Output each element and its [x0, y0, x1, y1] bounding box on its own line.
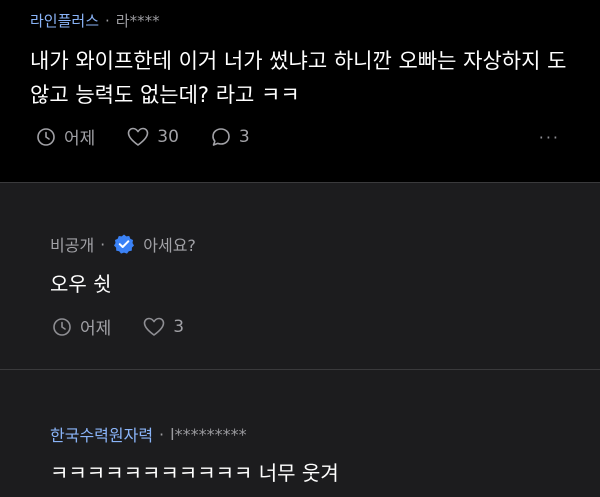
reply-time-label: 어제 [80, 319, 112, 339]
post-actions: 어제 30 3 [36, 124, 282, 149]
post-like-button[interactable]: 30 [127, 127, 179, 147]
verified-badge-icon [113, 233, 135, 255]
reply-like-button[interactable]: 3 [143, 317, 184, 337]
post-time: 어제 [36, 124, 95, 149]
reply-meta: 한국수력원자력 · l********* [50, 422, 247, 446]
clock-icon [53, 317, 71, 336]
reply: 비공개 · 아세요? 오우 쉿 어제 3 [0, 184, 600, 370]
post: 라인플러스 · 라**** 내가 와이프한테 이거 너가 썼냐고 하니깐 오빠는… [0, 0, 600, 183]
post-meta: 라인플러스 · 라**** [30, 10, 160, 31]
reply-company-link[interactable]: 한국수력원자력 [50, 422, 153, 446]
meta-separator: · [105, 11, 110, 30]
reply-like-count: 3 [173, 316, 185, 337]
post-content: 내가 와이프한테 이거 너가 썼냐고 하니깐 오빠는 자상하지 도 않고 능력도… [30, 49, 567, 107]
post-comment-button[interactable]: 3 [211, 127, 250, 147]
post-comment-count: 3 [238, 126, 250, 147]
more-options-icon[interactable]: ··· [539, 128, 560, 147]
comment-icon [212, 127, 230, 146]
meta-separator: · [100, 234, 106, 254]
meta-separator: · [159, 424, 165, 444]
reply-author[interactable]: 아세요? [143, 232, 196, 256]
reply: 한국수력원자력 · l********* ㅋㅋㅋㅋㅋㅋㅋㅋㅋㅋㅋ 너무 웃겨 [0, 371, 600, 497]
reply-content: 오우 쉿 [50, 272, 112, 296]
heart-icon [127, 127, 149, 146]
reply-time: 어제 [52, 314, 111, 339]
heart-icon [143, 317, 165, 336]
post-time-label: 어제 [64, 129, 96, 149]
post-like-count: 30 [157, 126, 179, 147]
reply-content: ㅋㅋㅋㅋㅋㅋㅋㅋㅋㅋㅋ 너무 웃겨 [50, 461, 339, 485]
reply-author[interactable]: l********* [170, 425, 246, 444]
post-author[interactable]: 라**** [116, 10, 160, 31]
reply-meta: 비공개 · 아세요? [50, 232, 196, 256]
reply-actions: 어제 3 [52, 314, 216, 339]
post-company-link[interactable]: 라인플러스 [30, 10, 99, 31]
reply-company: 비공개 [50, 236, 95, 255]
clock-icon [37, 127, 55, 146]
